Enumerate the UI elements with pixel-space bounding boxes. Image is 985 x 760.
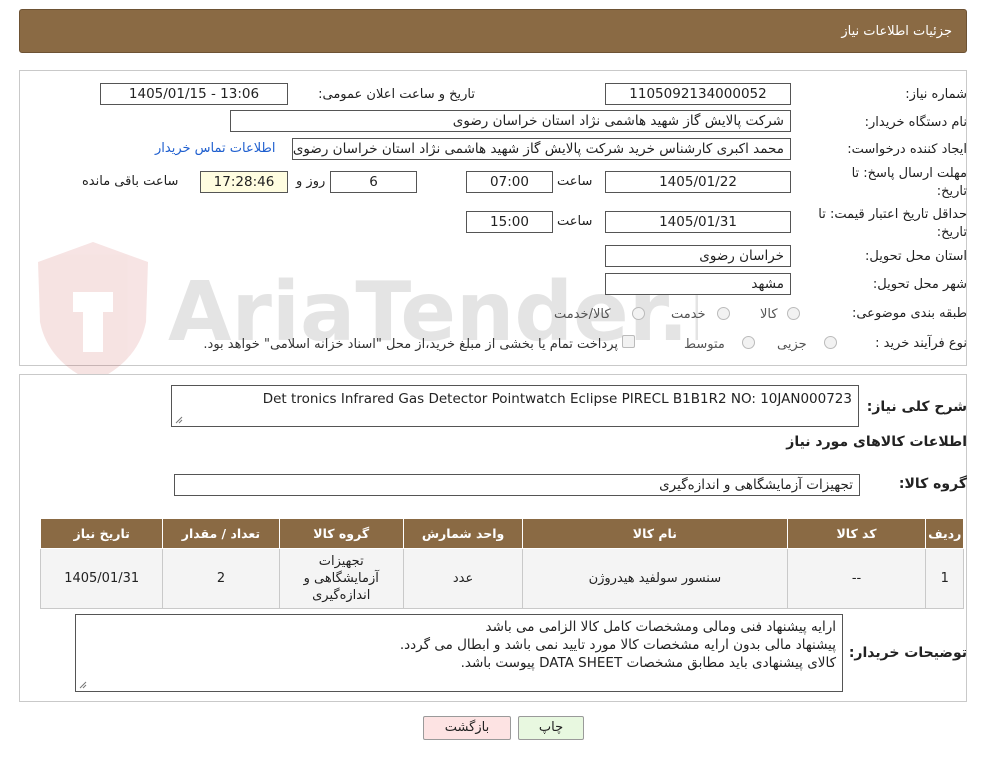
need-number-label: شماره نیاز:	[905, 87, 967, 102]
page-title: جزئیات اطلاعات نیاز	[841, 24, 952, 39]
resize-grip-icon[interactable]	[79, 681, 87, 689]
buyer-org-field: شرکت پالایش گاز شهید هاشمی نژاد استان خر…	[230, 110, 791, 132]
table-row: 1 -- سنسور سولفید هیدروژن عدد تجهیزات آز…	[39, 548, 964, 609]
remaining-label: ساعت باقی مانده	[82, 174, 179, 189]
process-label: نوع فرآیند خرید :	[875, 336, 967, 351]
buyer-contact-link[interactable]: اطلاعات تماس خریدار	[155, 141, 275, 156]
buyer-org-label: نام دستگاه خریدار:	[864, 115, 967, 130]
col-group: گروه کالا	[278, 518, 404, 549]
buyer-note-line: پیشنهاد مالی بدون ارایه مشخصات کالا مورد…	[399, 637, 836, 653]
items-table: ردیف کد کالا نام کالا واحد شمارش گروه کا…	[39, 518, 964, 609]
treasury-payment-note: پرداخت تمام یا بخشی از مبلغ خرید،از محل …	[203, 337, 618, 352]
announce-label: تاریخ و ساعت اعلان عمومی:	[318, 87, 475, 102]
back-button[interactable]: بازگشت	[423, 716, 511, 740]
province-field: خراسان رضوی	[605, 245, 791, 267]
treasury-payment-checkbox[interactable]	[622, 335, 635, 348]
resize-grip-icon[interactable]	[175, 416, 183, 424]
deadline-label: مهلت ارسال پاسخ: تا تاریخ:	[851, 166, 967, 199]
goods-group-field: تجهیزات آزمایشگاهی و اندازه‌گیری	[174, 474, 860, 496]
creator-field: محمد اکبری کارشناس خرید شرکت پالایش گاز …	[292, 138, 791, 160]
page-header: جزئیات اطلاعات نیاز	[19, 9, 967, 53]
buyer-notes-textarea[interactable]: ارایه پیشنهاد فنی ومالی ومشخصات کامل کال…	[75, 614, 843, 692]
category-radio-goods[interactable]	[787, 307, 800, 320]
validity-label: حداقل تاریخ اعتبار قیمت: تا تاریخ:	[818, 207, 967, 240]
buyer-note-line: ارایه پیشنهاد فنی ومالی ومشخصات کامل کال…	[485, 619, 836, 635]
col-code: کد کالا	[786, 518, 927, 549]
announce-field: 1405/01/15 - 13:06	[100, 83, 288, 105]
category-option-goods: کالا	[760, 307, 778, 322]
col-name: نام کالا	[522, 518, 788, 549]
goods-info-title: اطلاعات کالاهای مورد نیاز	[786, 434, 967, 450]
province-label: استان محل تحویل:	[865, 249, 967, 264]
cell-group: تجهیزات آزمایشگاهی و اندازه‌گیری	[278, 548, 404, 609]
summary-text: Det tronics Infrared Gas Detector Pointw…	[262, 391, 852, 407]
cell-qty: 2	[162, 548, 280, 609]
days-field: 6	[330, 171, 417, 193]
category-radio-service[interactable]	[717, 307, 730, 320]
col-row: ردیف	[925, 518, 964, 549]
validity-date-field: 1405/01/31	[605, 211, 791, 233]
cell-row: 1	[925, 548, 964, 609]
city-field: مشهد	[605, 273, 791, 295]
buyer-notes-label: توضیحات خریدار:	[848, 645, 967, 661]
col-unit: واحد شمارش	[402, 518, 524, 549]
process-option-minor: جزیی	[777, 337, 807, 352]
process-radio-minor[interactable]	[824, 336, 837, 349]
deadline-time-field: 07:00	[466, 171, 553, 193]
validity-time-label: ساعت	[557, 214, 593, 229]
goods-group-label: گروه کالا:	[898, 476, 967, 492]
creator-label: ایجاد کننده درخواست:	[847, 142, 967, 157]
cell-code: --	[786, 548, 927, 609]
cell-unit: عدد	[402, 548, 524, 609]
process-option-medium: متوسط	[684, 337, 725, 352]
cell-date: 1405/01/31	[39, 548, 164, 609]
category-label: طبقه بندی موضوعی:	[851, 306, 967, 321]
deadline-time-label: ساعت	[557, 174, 593, 189]
days-label: روز و	[296, 174, 326, 189]
process-radio-medium[interactable]	[742, 336, 755, 349]
buyer-note-line: کالای پیشنهادی باید مطابق مشخصات DATA SH…	[460, 655, 836, 671]
col-qty: تعداد / مقدار	[162, 518, 280, 549]
print-button[interactable]: چاپ	[518, 716, 584, 740]
validity-time-field: 15:00	[466, 211, 553, 233]
city-label: شهر محل تحویل:	[872, 277, 967, 292]
cell-name: سنسور سولفید هیدروژن	[522, 548, 788, 609]
remaining-time-field: 17:28:46	[200, 171, 288, 193]
deadline-date-field: 1405/01/22	[605, 171, 791, 193]
category-radio-goods-service[interactable]	[632, 307, 645, 320]
category-option-service: خدمت	[671, 307, 706, 322]
need-number-field: 1105092134000052	[605, 83, 791, 105]
col-date: تاریخ نیاز	[39, 518, 164, 549]
table-header-row: ردیف کد کالا نام کالا واحد شمارش گروه کا…	[39, 518, 964, 549]
category-option-goods-service: کالا/خدمت	[554, 307, 611, 322]
summary-label: شرح کلی نیاز:	[866, 399, 967, 415]
summary-textarea[interactable]: Det tronics Infrared Gas Detector Pointw…	[171, 385, 859, 427]
